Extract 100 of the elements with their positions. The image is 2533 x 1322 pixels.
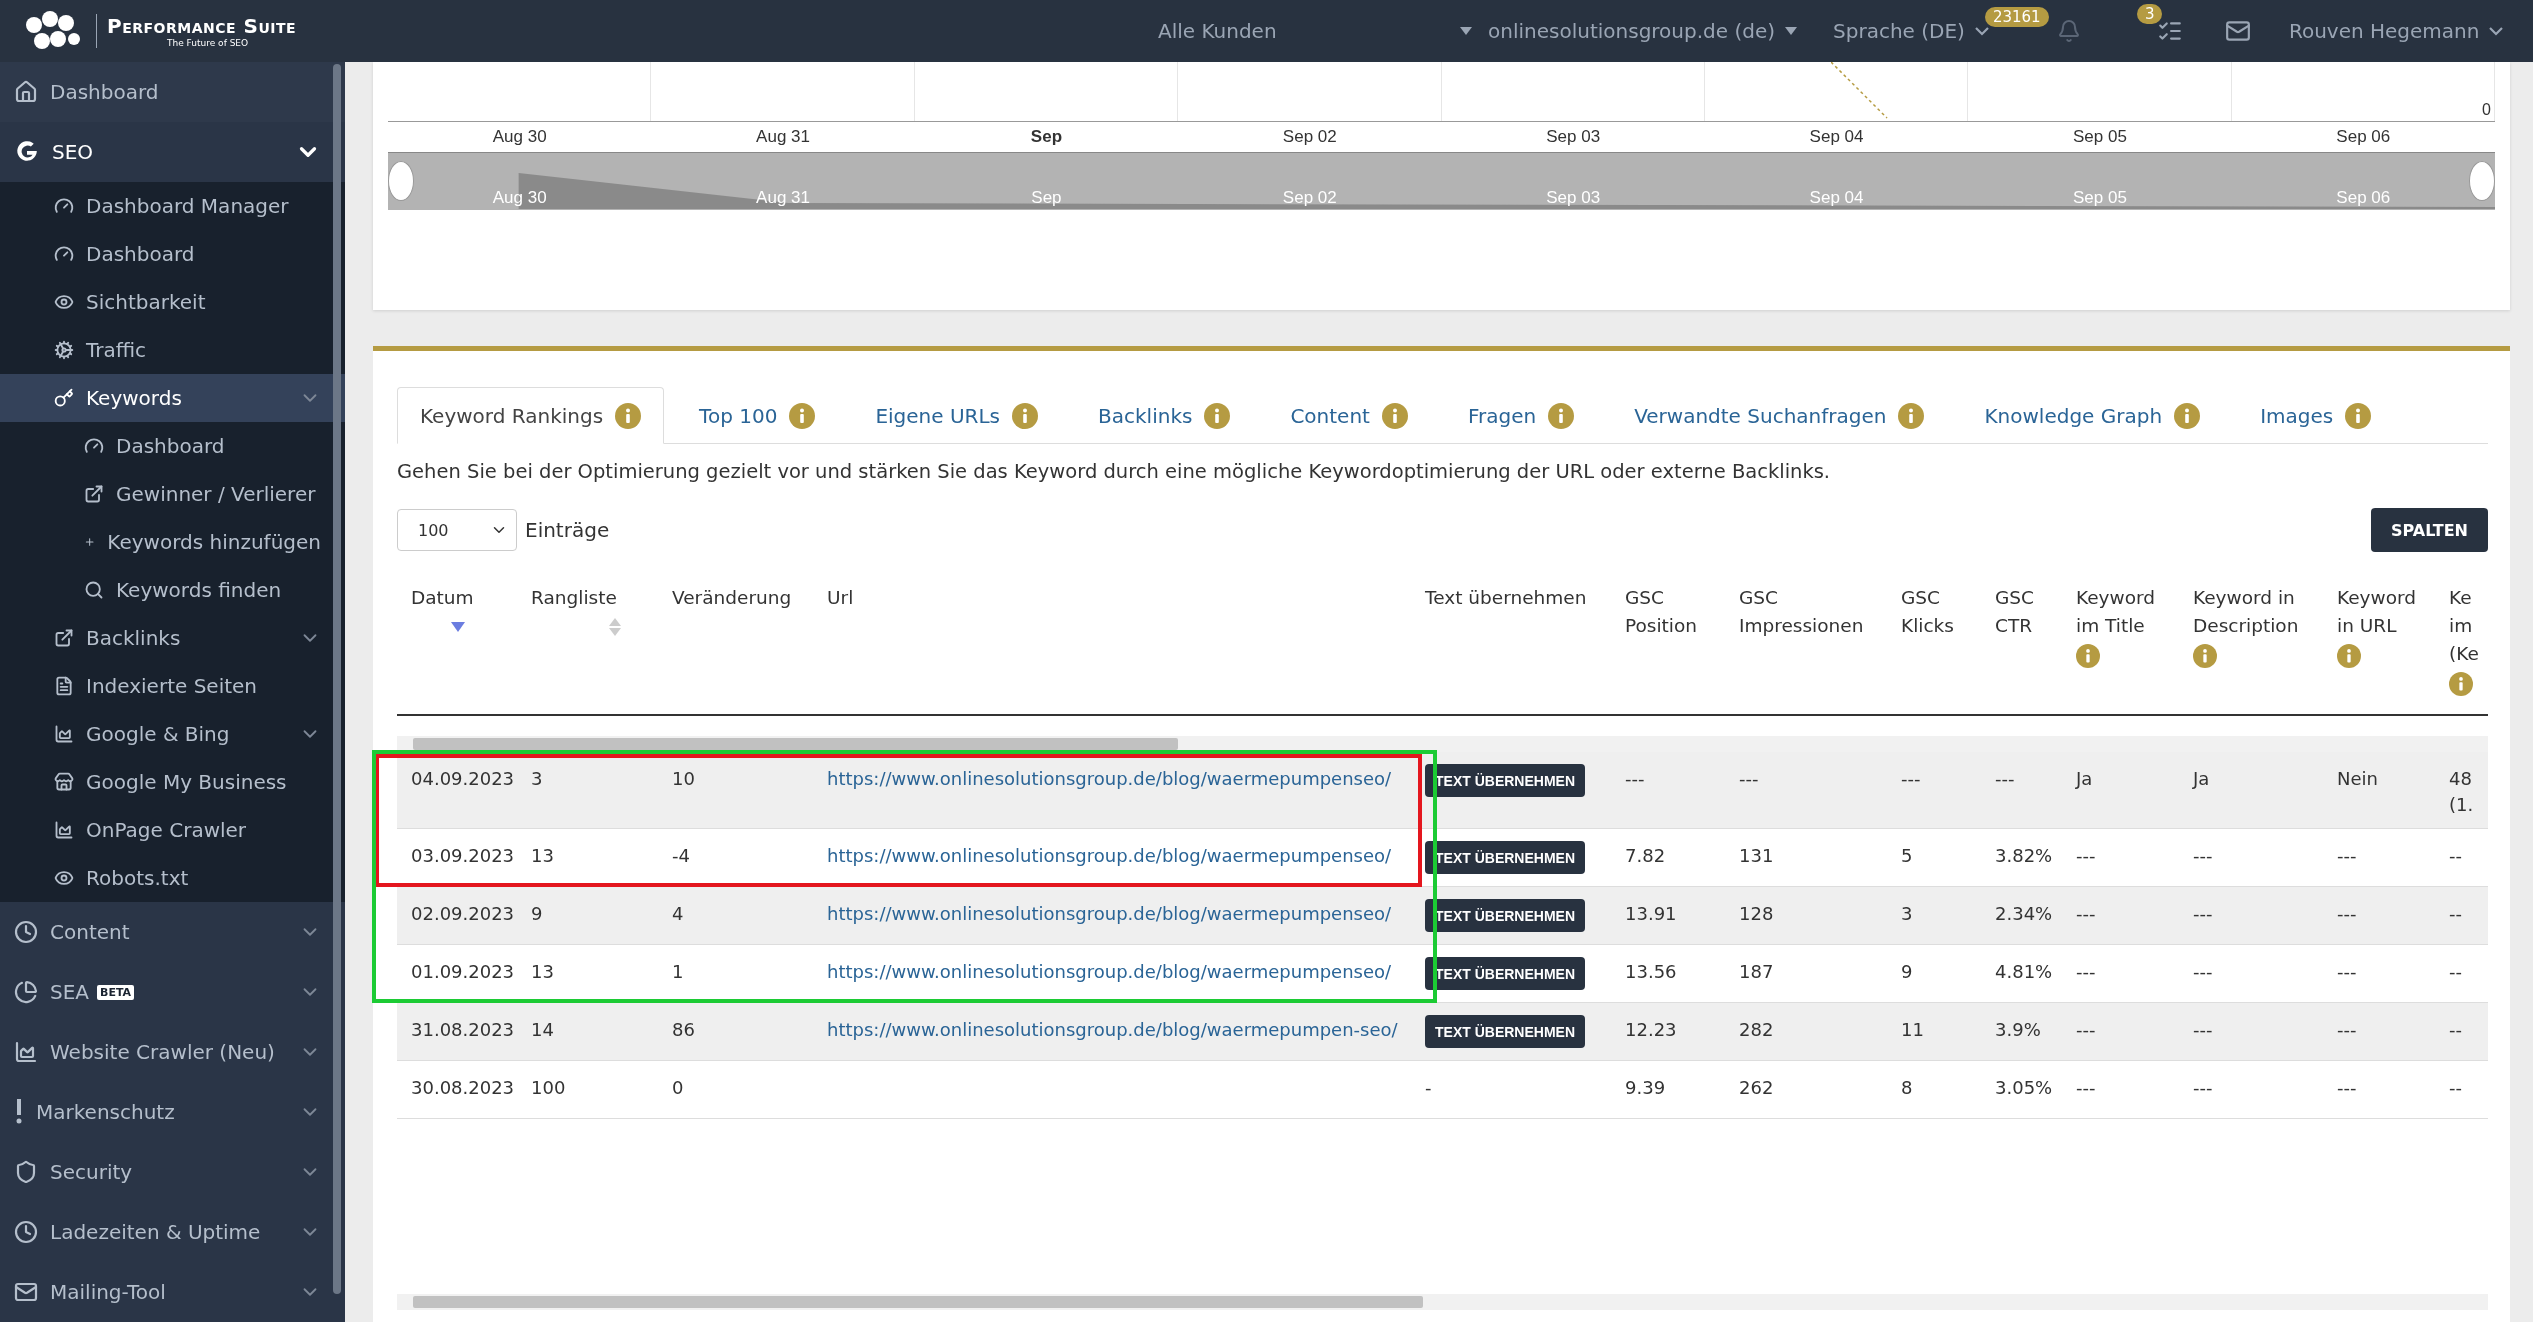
document-icon: [54, 676, 74, 696]
table-cell-text: 5: [1900, 844, 1914, 868]
navigator-label: Sep 04: [1808, 188, 1865, 209]
sidebar-item[interactable]: Dashboard: [0, 62, 345, 122]
gauge-icon: [54, 244, 74, 264]
entries-select[interactable]: 100: [397, 509, 517, 551]
url-link[interactable]: https://www.onlinesolutionsgroup.de/blog/waermepumpenseo/: [813, 752, 1411, 799]
apply-text-button[interactable]: TEXT ÜBERNEHMEN: [1425, 841, 1585, 874]
apply-text-button[interactable]: TEXT ÜBERNEHMEN: [1425, 1015, 1585, 1048]
url-link[interactable]: https://www.onlinesolutionsgroup.de/blog/waermepumpen-seo/: [813, 1003, 1411, 1050]
sidebar-item[interactable]: Google My Business: [0, 758, 345, 806]
external-link-icon: [54, 628, 74, 648]
info-icon: [1898, 403, 1925, 429]
columns-button[interactable]: SPALTEN: [2371, 508, 2488, 552]
home-icon: [14, 80, 38, 104]
column-header[interactable]: Keyword im Title: [2076, 584, 2179, 640]
sidebar-item[interactable]: Security: [0, 1142, 345, 1202]
url-link[interactable]: https://www.onlinesolutionsgroup.de/blog/waermepumpenseo/: [813, 945, 1411, 992]
sidebar-item[interactable]: Robots.txt: [0, 854, 345, 902]
sidebar-item[interactable]: Markenschutz: [0, 1082, 345, 1142]
sidebar-item[interactable]: Mailing-Tool: [0, 1262, 345, 1322]
sidebar-item[interactable]: Dashboard Manager: [0, 182, 345, 230]
info-icon: [2345, 403, 2372, 429]
table-cell-text: --: [2449, 960, 2462, 984]
apply-text-button[interactable]: TEXT ÜBERNEHMEN: [1425, 899, 1585, 932]
sidebar-item[interactable]: Gewinner / Verlierer: [0, 470, 345, 518]
table-cell-text: ---: [2075, 960, 2097, 984]
url-link[interactable]: https://www.onlinesolutionsgroup.de/blog/waermepumpenseo/: [813, 887, 1411, 934]
table-cell-text: 10: [671, 767, 696, 791]
horizontal-scrollbar[interactable]: [397, 1294, 2488, 1310]
sidebar-scrollbar[interactable]: [333, 64, 341, 1294]
column-header[interactable]: Keyword in URL: [2337, 584, 2435, 640]
table-cell-text: ---: [2336, 902, 2358, 926]
table-cell-text: 4: [671, 902, 685, 926]
tab[interactable]: Verwandte Suchanfragen: [1611, 387, 1948, 444]
clock-icon: [14, 1220, 38, 1244]
sidebar-item[interactable]: Keywords finden: [0, 566, 345, 614]
sidebar-item[interactable]: SEA BETA: [0, 962, 345, 1022]
table-cell-text: ---: [2336, 1018, 2358, 1042]
navigator-label: Aug 31: [755, 188, 811, 209]
sidebar-item[interactable]: Website Crawler (Neu): [0, 1022, 345, 1082]
table-cell-text: 282: [1738, 1018, 1775, 1042]
domain-select[interactable]: onlinesolutionsgroup.de (de): [1480, 19, 1806, 43]
sidebar-item[interactable]: Google & Bing: [0, 710, 345, 758]
eye-icon: [54, 868, 74, 888]
mail-icon: [14, 1280, 38, 1304]
apply-text-button[interactable]: TEXT ÜBERNEHMEN: [1425, 957, 1585, 990]
tab[interactable]: Backlinks: [1075, 387, 1254, 444]
sidebar-item[interactable]: Indexierte Seiten: [0, 662, 345, 710]
range-handle[interactable]: [2469, 161, 2495, 201]
sidebar-item[interactable]: Backlinks: [0, 614, 345, 662]
sidebar-item[interactable]: Keywords hinzufügen: [0, 518, 345, 566]
range-handle[interactable]: [388, 161, 414, 201]
user-menu[interactable]: Rouven Hegemann: [2280, 19, 2512, 43]
column-header[interactable]: Veränderung: [672, 584, 792, 612]
column-header[interactable]: Ke im (Ke: [2449, 584, 2488, 668]
sidebar-item[interactable]: Content: [0, 902, 345, 962]
sidebar-item[interactable]: Sichtbarkeit: [0, 278, 345, 326]
apply-text-button[interactable]: TEXT ÜBERNEHMEN: [1425, 764, 1585, 797]
column-header[interactable]: GSC CTR: [1995, 584, 2062, 640]
table-cell-text: ---: [2192, 960, 2214, 984]
tab[interactable]: Fragen: [1444, 387, 1598, 444]
column-header[interactable]: GSC Klicks: [1901, 584, 1981, 640]
sidebar-item[interactable]: Dashboard: [0, 422, 345, 470]
url-link[interactable]: https://www.onlinesolutionsgroup.de/blog/waermepumpenseo/: [813, 829, 1411, 876]
column-header[interactable]: Rangliste: [531, 584, 617, 612]
gauge-icon: [84, 436, 104, 456]
column-header[interactable]: Keyword in Description: [2193, 584, 2323, 640]
customer-select[interactable]: Alle Kunden: [1150, 19, 1480, 43]
sidebar-item[interactable]: Keywords: [0, 374, 345, 422]
table-cell-text: 3: [530, 767, 544, 791]
table-cell-text: --: [2449, 844, 2462, 868]
horizontal-scrollbar[interactable]: [397, 736, 2488, 752]
tab[interactable]: Eigene URLs: [852, 387, 1062, 444]
tab[interactable]: Images: [2237, 387, 2395, 444]
navigator-label: Sep 06: [2335, 188, 2392, 209]
column-header[interactable]: GSC Impressionen: [1739, 584, 1887, 640]
search-icon: [84, 580, 104, 600]
tab[interactable]: Keyword Rankings: [397, 387, 665, 444]
sidebar-item[interactable]: Ladezeiten & Uptime: [0, 1202, 345, 1262]
table-cell-text: -4: [671, 844, 691, 868]
table-cell-text: ---: [2192, 844, 2214, 868]
sidebar-item[interactable]: Traffic: [0, 326, 345, 374]
table-cell-text: ---: [2192, 1076, 2214, 1100]
sidebar-item[interactable]: Dashboard: [0, 230, 345, 278]
table-cell-text: ---: [1738, 767, 1760, 791]
table-cell-text: 3.05%: [1994, 1076, 2054, 1100]
sidebar-item[interactable]: OnPage Crawler: [0, 806, 345, 854]
table-cell-text: ---: [2075, 1076, 2097, 1100]
tab[interactable]: Top 100: [676, 387, 839, 444]
axis-label: Sep 03: [1545, 127, 1602, 147]
table-cell-text: 01.09.2023: [410, 960, 516, 984]
column-header[interactable]: GSC Position: [1625, 584, 1725, 640]
column-header[interactable]: Url: [827, 584, 854, 612]
sidebar-item[interactable]: SEO: [0, 122, 345, 182]
column-header[interactable]: Text übernehmen: [1425, 584, 1587, 612]
tab[interactable]: Content: [1267, 387, 1431, 444]
axis-label: Sep 04: [1808, 127, 1865, 147]
column-header[interactable]: Datum: [411, 584, 474, 612]
tab[interactable]: Knowledge Graph: [1961, 387, 2224, 444]
